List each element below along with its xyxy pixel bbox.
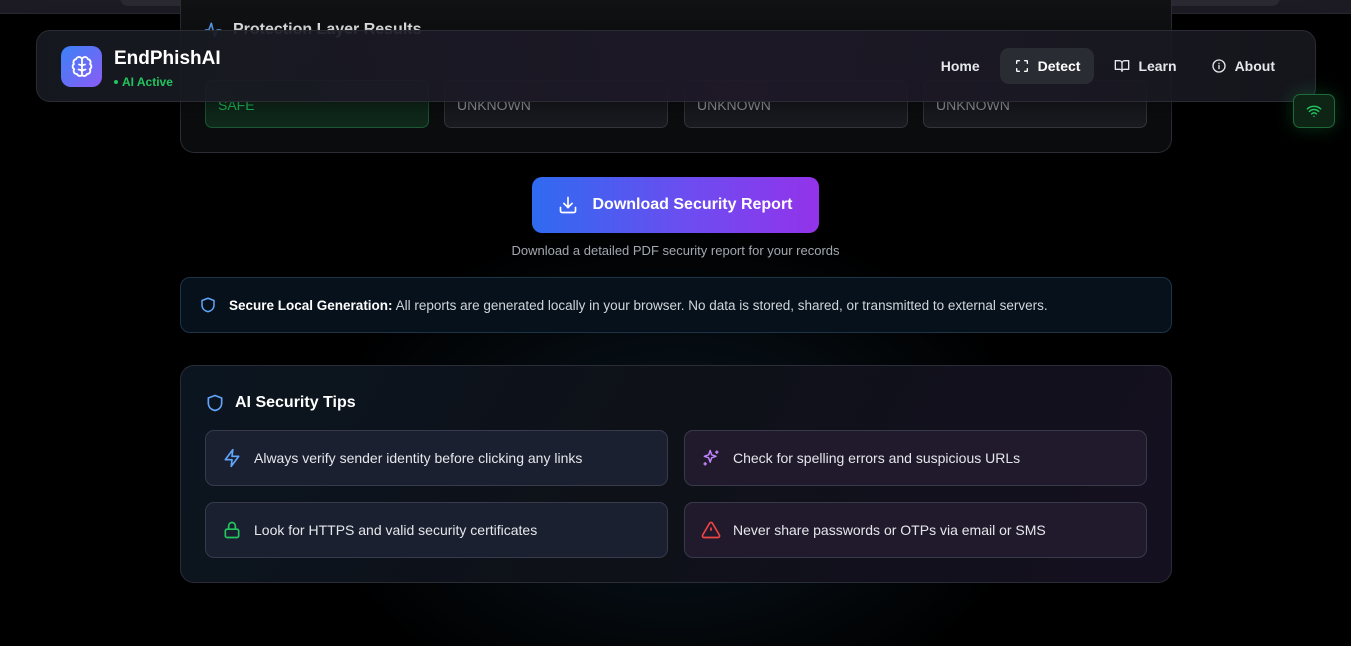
download-report-button[interactable]: Download Security Report <box>532 177 819 233</box>
nav-learn-label: Learn <box>1138 58 1177 74</box>
ai-security-tips-card: AI Security Tips Always verify sender id… <box>180 365 1172 583</box>
tip-text: Look for HTTPS and valid security certif… <box>254 522 538 538</box>
secure-note-body: All reports are generated locally in you… <box>395 297 1048 313</box>
nav-home[interactable]: Home <box>927 48 994 84</box>
nav-home-label: Home <box>940 58 980 74</box>
warning-icon <box>701 521 721 539</box>
lightning-icon <box>224 448 240 468</box>
scan-icon <box>1015 60 1028 72</box>
logo[interactable] <box>61 46 102 87</box>
nav-about-label: About <box>1234 58 1275 74</box>
tips-title-text: AI Security Tips <box>235 394 356 411</box>
nav-learn[interactable]: Learn <box>1100 48 1190 84</box>
download-report-label: Download Security Report <box>592 196 793 213</box>
ai-status-text: AI Active <box>122 75 173 89</box>
tip-item: Check for spelling errors and suspicious… <box>684 430 1147 486</box>
nav-detect-label: Detect <box>1037 58 1081 74</box>
brain-icon <box>71 55 92 77</box>
tip-text: Check for spelling errors and suspicious… <box>733 450 1021 466</box>
download-hint: Download a detailed PDF security report … <box>511 243 840 258</box>
nav-about[interactable]: About <box>1197 48 1289 84</box>
nav-links: Home Detect Learn About <box>927 48 1289 84</box>
info-icon <box>1211 59 1226 73</box>
secure-note-title: Secure Local Generation: <box>229 297 393 313</box>
lock-icon <box>224 521 240 539</box>
tip-item: Never share passwords or OTPs via email … <box>684 502 1147 558</box>
secure-note-text: Secure Local Generation: All reports are… <box>229 298 1048 313</box>
status-dot <box>114 80 118 84</box>
connection-status-button[interactable] <box>1293 94 1335 128</box>
shield-icon <box>207 394 223 412</box>
tip-item: Always verify sender identity before cli… <box>205 430 668 486</box>
wifi-icon <box>1306 105 1322 118</box>
download-icon <box>560 196 577 214</box>
tip-item: Look for HTTPS and valid security certif… <box>205 502 668 558</box>
navbar: EndPhishAI AI Active Home Detect Learn A… <box>36 30 1316 102</box>
sparkles-icon <box>703 449 719 466</box>
page: Protection Layer Results SAFE UNKNOWN UN… <box>0 0 1351 646</box>
book-icon <box>1115 60 1130 72</box>
tip-text: Always verify sender identity before cli… <box>254 450 583 466</box>
brand-name[interactable]: EndPhishAI <box>114 48 221 70</box>
tips-title: AI Security Tips <box>205 393 356 413</box>
tip-text: Never share passwords or OTPs via email … <box>733 522 1046 538</box>
nav-detect[interactable]: Detect <box>999 48 1095 84</box>
ai-status: AI Active <box>114 75 173 89</box>
secure-generation-note: Secure Local Generation: All reports are… <box>180 277 1172 333</box>
shield-icon <box>201 297 215 313</box>
